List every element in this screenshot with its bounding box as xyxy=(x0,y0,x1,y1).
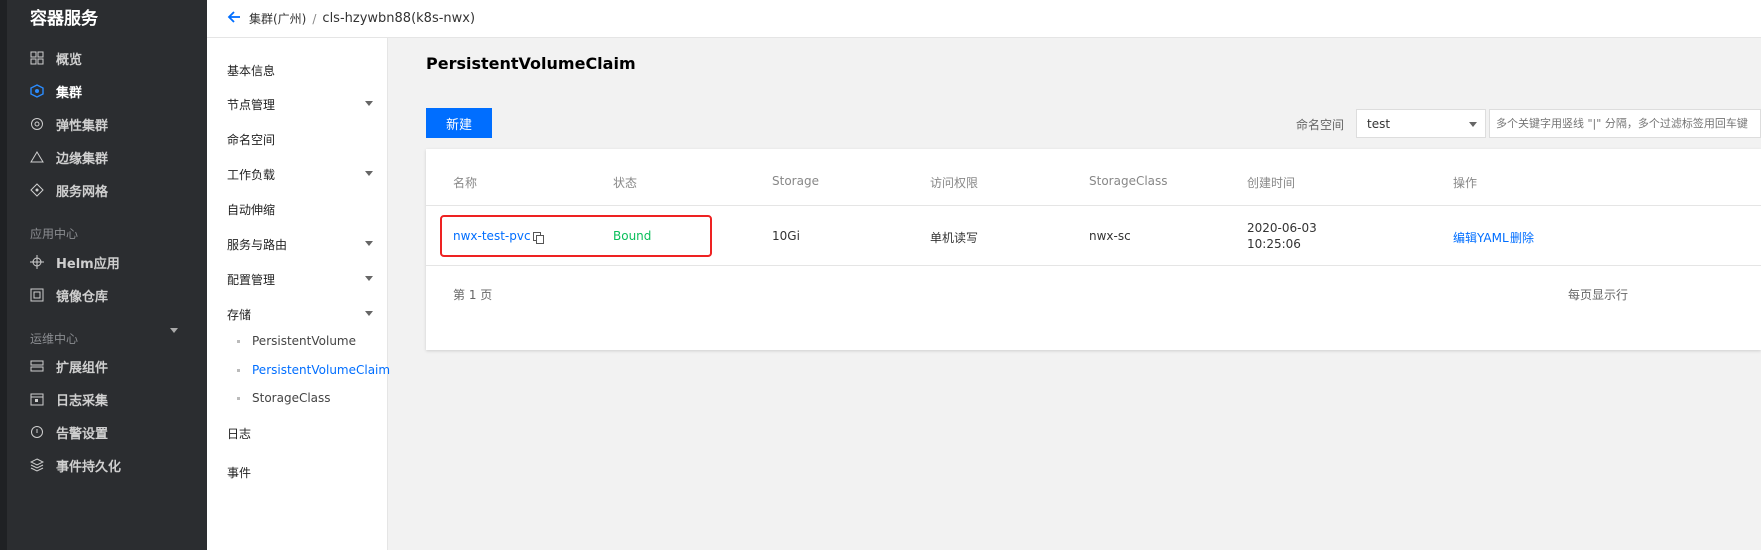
nav-label: 边缘集群 xyxy=(56,151,109,167)
submenu-storage[interactable]: 存储 xyxy=(227,306,251,323)
namespace-label: 命名空间 xyxy=(1296,118,1345,132)
nav-label: 告警设置 xyxy=(56,426,109,442)
column-header-actions: 操作 xyxy=(1453,176,1478,190)
breadcrumb-current: cls-hzywbn88(k8s-nwx) xyxy=(322,11,476,26)
bullet-dot xyxy=(237,368,240,372)
nav-label: 弹性集群 xyxy=(56,118,109,134)
nav-label: 服务网格 xyxy=(56,184,109,200)
column-header-created: 创建时间 xyxy=(1247,176,1296,190)
submenu-log[interactable]: 日志 xyxy=(227,425,251,442)
namespace-select[interactable]: test xyxy=(1356,109,1486,138)
submenu-persistentvolume[interactable]: PersistentVolume xyxy=(237,334,356,348)
alarm-icon xyxy=(30,425,44,439)
header-divider xyxy=(426,205,1761,206)
submenu-node-management[interactable]: 节点管理 xyxy=(227,96,275,113)
chevron-down-icon[interactable] xyxy=(365,171,373,176)
nav-item-elastic-cluster[interactable]: 弹性集群 xyxy=(30,113,108,135)
breadcrumb-cluster-link[interactable]: 集群(广州) xyxy=(249,10,306,27)
submenu-namespace[interactable]: 命名空间 xyxy=(227,131,275,148)
column-header-status: 状态 xyxy=(613,176,638,190)
nav-item-event[interactable]: 事件持久化 xyxy=(30,454,121,476)
nav-item-service-mesh[interactable]: 服务网格 xyxy=(30,179,108,201)
nav-label: 镜像仓库 xyxy=(56,289,109,305)
create-button[interactable]: 新建 xyxy=(426,108,492,138)
column-header-storage: Storage xyxy=(772,174,819,188)
nav-item-addon[interactable]: 扩展组件 xyxy=(30,355,108,377)
chevron-down-icon[interactable] xyxy=(170,328,178,333)
nav-item-overview[interactable]: 概览 xyxy=(30,47,82,69)
submenu-basic-info[interactable]: 基本信息 xyxy=(227,62,275,79)
chevron-down-icon[interactable] xyxy=(365,311,373,316)
nav-label: 事件持久化 xyxy=(56,459,122,475)
left-nav: 容器服务 概览 集群 弹性集群 边缘集群 服务网格 应用中心 Helm应用 镜像… xyxy=(0,0,207,550)
page-title: PersistentVolumeClaim xyxy=(426,54,636,73)
nav-label: 集群 xyxy=(56,85,83,101)
storageclass-value: nwx-sc xyxy=(1089,229,1131,243)
log-icon xyxy=(30,392,44,406)
pvc-table: 名称 状态 Storage 访问权限 StorageClass 创建时间 操作 … xyxy=(426,149,1761,350)
edge-cluster-icon xyxy=(30,150,44,164)
submenu-child-label: StorageClass xyxy=(252,391,331,405)
delete-link[interactable]: 删除 xyxy=(1510,229,1534,246)
nav-item-alarm[interactable]: 告警设置 xyxy=(30,421,108,443)
addon-icon xyxy=(30,359,44,373)
nav-item-registry[interactable]: 镜像仓库 xyxy=(30,284,108,306)
column-header-name: 名称 xyxy=(453,176,478,190)
chevron-down-icon xyxy=(1469,122,1477,127)
elastic-cluster-icon xyxy=(30,117,44,131)
nav-label: 日志采集 xyxy=(56,393,109,409)
edit-yaml-link[interactable]: 编辑YAML xyxy=(1453,229,1509,246)
nav-item-edge-cluster[interactable]: 边缘集群 xyxy=(30,146,108,168)
breadcrumb-separator: / xyxy=(312,11,317,26)
storage-value: 10Gi xyxy=(772,229,800,243)
chevron-down-icon[interactable] xyxy=(365,241,373,246)
search-input[interactable] xyxy=(1489,109,1761,138)
bullet-dot xyxy=(237,396,240,400)
nav-item-cluster[interactable]: 集群 xyxy=(30,80,82,102)
chevron-down-icon[interactable] xyxy=(365,276,373,281)
nav-item-helm[interactable]: Helm应用 xyxy=(30,251,120,273)
grid-icon xyxy=(30,51,44,65)
nav-section-ops: 运维中心 xyxy=(30,332,79,346)
column-header-access: 访问权限 xyxy=(930,176,979,190)
submenu-event[interactable]: 事件 xyxy=(227,464,251,481)
submenu-autoscaling[interactable]: 自动伸缩 xyxy=(227,201,275,218)
registry-icon xyxy=(30,288,44,302)
mesh-icon xyxy=(30,183,44,197)
nav-label: 扩展组件 xyxy=(56,360,109,376)
submenu-child-label: PersistentVolume xyxy=(252,334,356,348)
nav-item-log[interactable]: 日志采集 xyxy=(30,388,108,410)
submenu-storageclass[interactable]: StorageClass xyxy=(237,391,331,405)
nav-section-app: 应用中心 xyxy=(30,227,79,241)
event-icon xyxy=(30,458,44,472)
page-indicator: 第 1 页 xyxy=(453,288,493,302)
access-value: 单机读写 xyxy=(930,231,979,245)
helm-icon xyxy=(30,255,44,269)
created-date: 2020-06-03 xyxy=(1247,221,1317,235)
chevron-down-icon[interactable] xyxy=(365,101,373,106)
submenu-service-route[interactable]: 服务与路由 xyxy=(227,236,287,253)
submenu-child-label: PersistentVolumeClaim xyxy=(252,363,391,377)
nav-label: Helm应用 xyxy=(56,256,120,272)
breadcrumb: 集群(广州) / cls-hzywbn88(k8s-nwx) xyxy=(207,0,1761,38)
bullet-dot xyxy=(237,339,240,343)
per-page-label: 每页显示行 xyxy=(1568,288,1629,302)
cluster-submenu: 基本信息 节点管理 命名空间 工作负载 自动伸缩 服务与路由 配置管理 存储 P… xyxy=(207,38,390,550)
arrow-left-icon[interactable] xyxy=(227,9,241,28)
product-title: 容器服务 xyxy=(30,9,98,29)
submenu-workload[interactable]: 工作负载 xyxy=(227,166,275,183)
created-time: 10:25:06 xyxy=(1247,237,1301,251)
column-header-storageclass: StorageClass xyxy=(1089,174,1168,188)
main-content: PersistentVolumeClaim 新建 命名空间 test 名称 状态… xyxy=(388,38,1761,550)
highlight-box xyxy=(440,215,712,257)
namespace-value: test xyxy=(1367,116,1391,131)
nav-strip xyxy=(0,0,7,550)
submenu-config[interactable]: 配置管理 xyxy=(227,271,275,288)
row-divider xyxy=(426,265,1761,266)
nav-label: 概览 xyxy=(56,52,83,68)
submenu-persistentvolumeclaim[interactable]: PersistentVolumeClaim xyxy=(237,363,390,377)
cluster-icon xyxy=(30,84,44,98)
